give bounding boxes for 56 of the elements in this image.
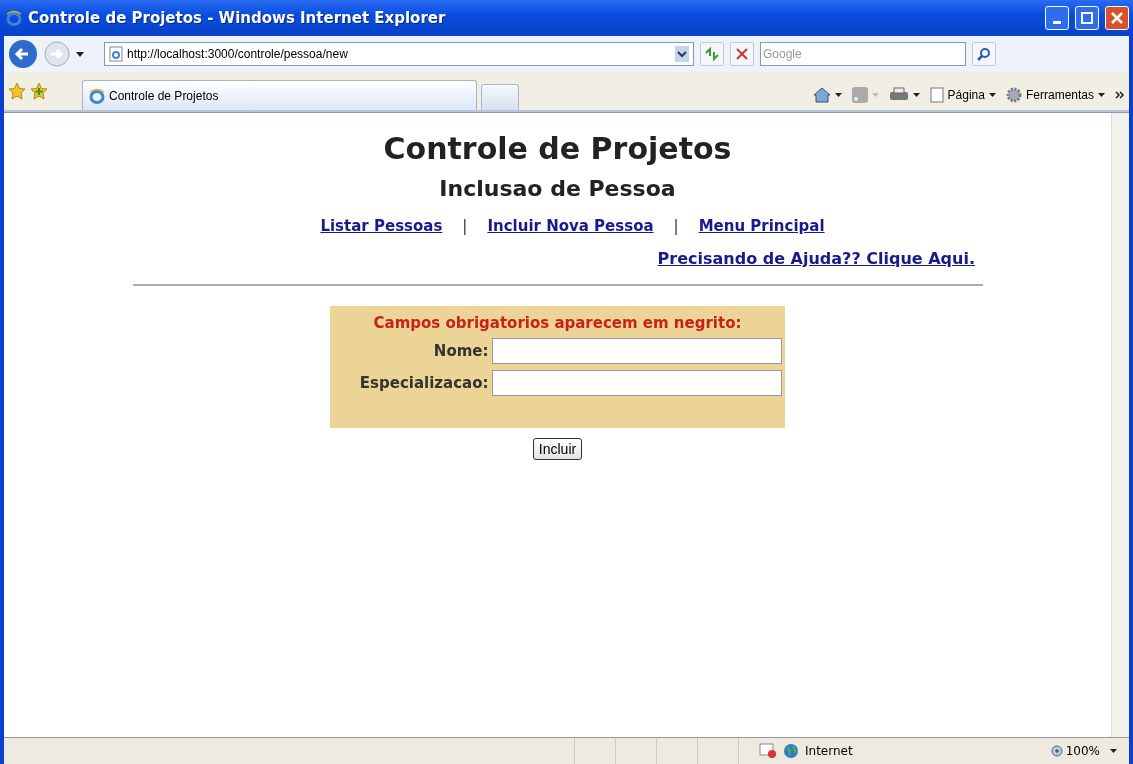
printer-icon[interactable] bbox=[888, 87, 909, 103]
form-legend: Campos obrigatorios aparecem em negrito: bbox=[373, 314, 742, 332]
address-field[interactable]: http://localhost:3000/controle/pessoa/new bbox=[104, 42, 694, 66]
dropdown-icon[interactable] bbox=[76, 51, 84, 57]
more-icon[interactable] bbox=[1115, 91, 1125, 99]
close-button[interactable] bbox=[1105, 6, 1129, 30]
dropdown-icon[interactable] bbox=[1110, 749, 1117, 753]
browser-icon bbox=[89, 87, 105, 104]
link-separator: | bbox=[462, 217, 468, 235]
page-icon bbox=[929, 87, 944, 103]
caret-icon bbox=[1098, 93, 1105, 97]
window-title: Controle de Projetos - Windows Internet Explorer bbox=[28, 9, 447, 27]
dropdown-icon[interactable] bbox=[675, 46, 689, 62]
field-label: Especializacao: bbox=[358, 374, 489, 392]
page-icon bbox=[109, 46, 123, 62]
globe-icon bbox=[783, 743, 799, 759]
caret-icon bbox=[988, 93, 996, 97]
input-field[interactable] bbox=[491, 338, 782, 364]
link-separator: | bbox=[673, 217, 679, 235]
maximize-icon bbox=[1081, 12, 1093, 24]
submit-button[interactable]: Incluir bbox=[532, 438, 583, 460]
page-subtitle: Inclusao de Pessoa bbox=[439, 176, 676, 201]
nav-link[interactable]: Listar Pessoas bbox=[320, 217, 443, 235]
close-icon bbox=[1111, 12, 1123, 24]
minimize-button[interactable] bbox=[1045, 6, 1069, 30]
zone-label: Internet bbox=[805, 744, 853, 758]
caret-icon[interactable] bbox=[912, 93, 920, 97]
browser-icon bbox=[6, 10, 22, 26]
input-field[interactable] bbox=[491, 370, 782, 396]
help-link[interactable]: Precisando de Ajuda?? Clique Aqui. bbox=[657, 249, 975, 268]
caret-icon[interactable] bbox=[834, 93, 842, 97]
field-label: Nome: bbox=[432, 342, 489, 360]
add-favorite-icon[interactable] bbox=[30, 82, 48, 100]
search-field[interactable]: Google bbox=[760, 42, 966, 66]
nav-link[interactable]: Incluir Nova Pessoa bbox=[487, 217, 654, 235]
home-icon[interactable] bbox=[812, 87, 831, 103]
page-menu[interactable]: Página bbox=[929, 87, 996, 103]
search-button[interactable] bbox=[972, 42, 996, 66]
nav-link[interactable]: Menu Principal bbox=[698, 217, 825, 235]
stop-button[interactable] bbox=[730, 42, 754, 66]
tools-menu[interactable]: Ferramentas bbox=[1005, 87, 1105, 103]
scrollbar[interactable] bbox=[1111, 113, 1129, 737]
minimize-icon bbox=[1053, 21, 1061, 24]
stop-icon bbox=[736, 48, 748, 60]
search-icon bbox=[977, 47, 991, 61]
gear-icon bbox=[1005, 87, 1022, 103]
favorites-star-icon[interactable] bbox=[8, 82, 26, 100]
browser-tab[interactable]: Controle de Projetos bbox=[82, 80, 477, 110]
page-title: Controle de Projetos bbox=[383, 131, 732, 166]
maximize-button[interactable] bbox=[1075, 6, 1099, 30]
back-icon[interactable] bbox=[8, 39, 38, 69]
refresh-button[interactable] bbox=[700, 42, 724, 66]
refresh-icon bbox=[704, 47, 720, 61]
popup-blocked-icon bbox=[759, 743, 777, 759]
zoom-icon bbox=[1050, 744, 1064, 758]
zoom-control[interactable]: 100% bbox=[1050, 744, 1100, 758]
